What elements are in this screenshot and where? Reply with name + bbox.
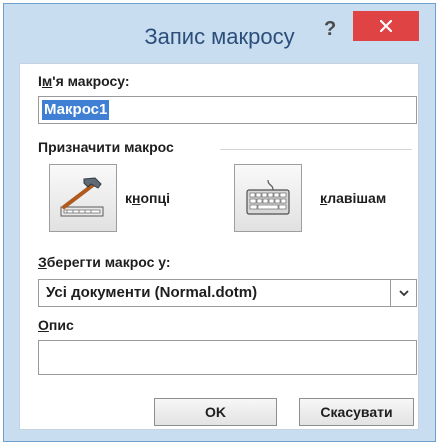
macro-name-value: Макрос1: [42, 100, 110, 120]
assign-to-keyboard-button[interactable]: [234, 164, 302, 232]
store-macro-selected-value: Усі документи (Normal.dotm): [46, 284, 258, 301]
title-bar: Запис макросу ?: [4, 4, 435, 59]
group-separator: [220, 149, 412, 150]
help-button[interactable]: ?: [324, 18, 336, 41]
hammer-icon: [60, 177, 104, 217]
store-macro-label: Зберегти макрос у:: [38, 254, 171, 270]
record-macro-dialog: Запис макросу ? Ім'я макросу: Макрос1 Пр…: [3, 3, 436, 442]
store-macro-select[interactable]: Усі документи (Normal.dotm): [38, 279, 417, 307]
assign-to-button-label: кнопці: [125, 190, 170, 206]
ok-button[interactable]: OK: [154, 398, 277, 426]
close-button[interactable]: [353, 11, 419, 41]
assign-macro-label: Призначити макрос: [38, 139, 174, 155]
assign-to-keyboard-label: клавішам: [320, 190, 387, 206]
dropdown-arrow-button[interactable]: [390, 280, 416, 306]
assign-to-button-button[interactable]: [49, 164, 117, 232]
chevron-down-icon: [398, 289, 409, 296]
keyboard-icon: [246, 179, 290, 215]
macro-name-input[interactable]: Макрос1: [38, 96, 417, 124]
description-label: Опис: [38, 317, 74, 333]
description-input[interactable]: [38, 340, 417, 375]
cancel-button[interactable]: Скасувати: [299, 398, 414, 426]
macro-name-label: Ім'я макросу:: [38, 73, 130, 89]
close-icon: [380, 20, 392, 32]
dialog-body: Ім'я макросу: Макрос1 Призначити макрос …: [19, 63, 419, 430]
